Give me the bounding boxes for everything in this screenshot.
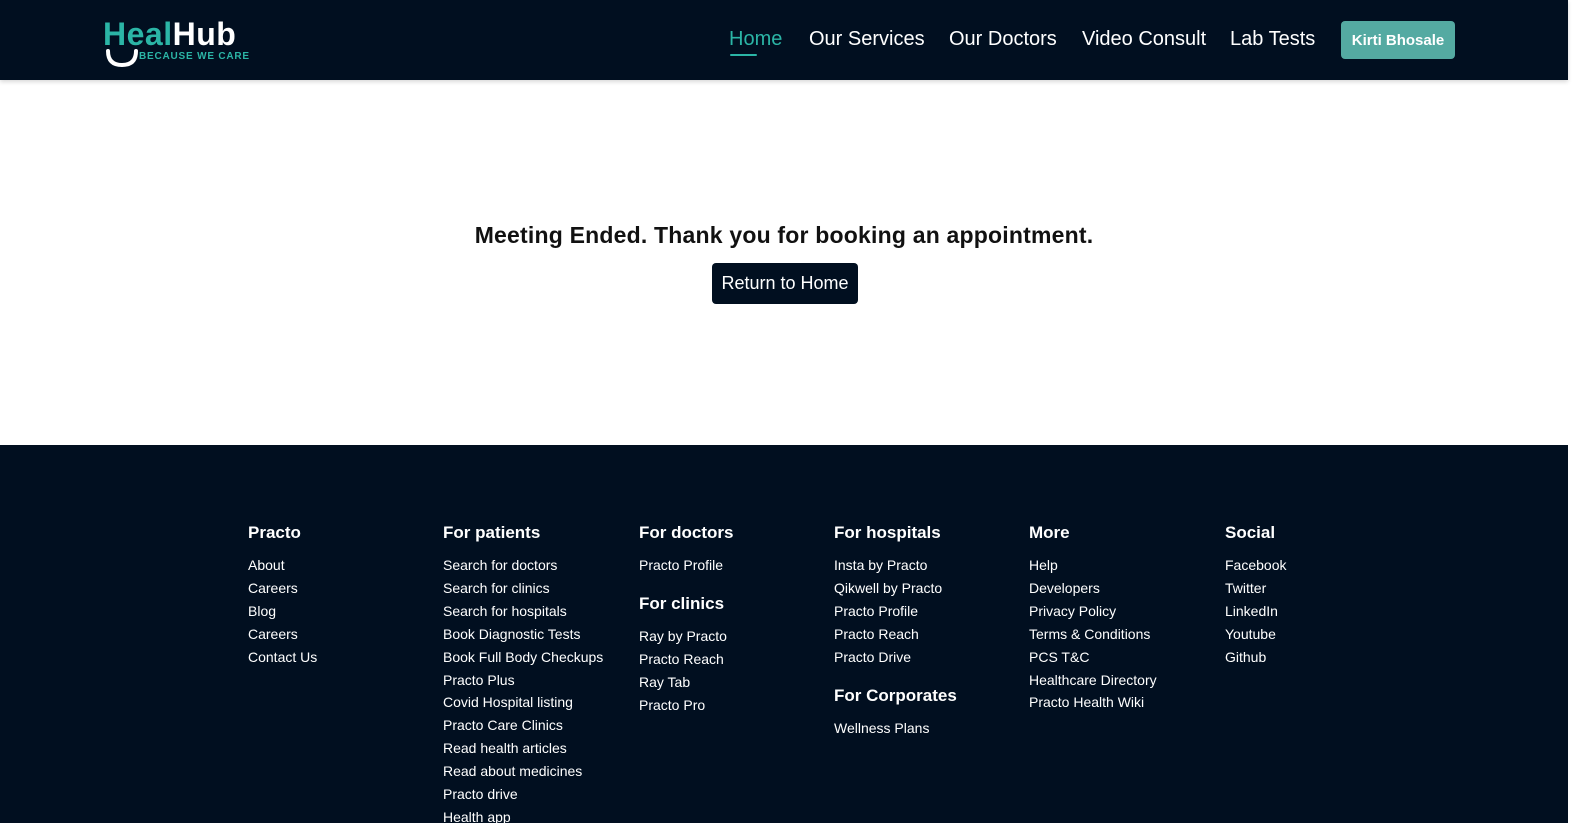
footer-col-doctors: For doctors Practo Profile For clinics R… [639,523,733,717]
logo-heal: Heal [103,16,173,52]
user-profile-button[interactable]: Kirti Bhosale [1341,21,1455,59]
footer-link-terms[interactable]: Terms & Conditions [1029,623,1157,646]
footer-link-practo-profile[interactable]: Practo Profile [639,554,733,577]
footer-heading-corporates: For Corporates [834,685,957,705]
footer-link-github[interactable]: Github [1225,646,1286,669]
footer-link-about[interactable]: About [248,554,317,577]
footer-link-contact-us[interactable]: Contact Us [248,646,317,669]
footer-link-health-articles[interactable]: Read health articles [443,737,603,760]
footer-link-practo-drive[interactable]: Practo drive [443,783,603,806]
healhub-logo[interactable]: HealHub BECAUSE WE CARE [103,15,253,70]
footer-link-privacy-policy[interactable]: Privacy Policy [1029,600,1157,623]
footer: Practo About Careers Blog Careers Contac… [0,445,1568,823]
footer-link-ray-tab[interactable]: Ray Tab [639,671,733,694]
logo-hub: Hub [172,16,237,52]
footer-link-search-doctors[interactable]: Search for doctors [443,554,603,577]
footer-link-twitter[interactable]: Twitter [1225,577,1286,600]
footer-col-practo: Practo About Careers Blog Careers Contac… [248,523,317,669]
footer-link-covid-hospital[interactable]: Covid Hospital listing [443,691,603,714]
footer-heading-hospitals: For hospitals [834,523,941,542]
nav-our-doctors[interactable]: Our Doctors [949,26,1057,52]
footer-link-facebook[interactable]: Facebook [1225,554,1286,577]
return-home-button[interactable]: Return to Home [712,263,858,304]
footer-link-linkedin[interactable]: LinkedIn [1225,600,1286,623]
footer-link-hospital-practo-drive[interactable]: Practo Drive [834,646,957,669]
footer-col-social: Social Facebook Twitter LinkedIn Youtube… [1225,523,1286,669]
footer-link-help[interactable]: Help [1029,554,1157,577]
footer-link-youtube[interactable]: Youtube [1225,623,1286,646]
footer-heading-clinics: For clinics [639,593,725,613]
footer-link-healthcare-directory[interactable]: Healthcare Directory [1029,669,1157,692]
footer-link-practo-pro[interactable]: Practo Pro [639,694,733,717]
nav-lab-tests[interactable]: Lab Tests [1230,26,1315,52]
footer-link-pcs-tc[interactable]: PCS T&C [1029,646,1157,669]
nav-home[interactable]: Home [729,26,782,56]
footer-link-search-hospitals[interactable]: Search for hospitals [443,600,603,623]
footer-link-qikwell[interactable]: Qikwell by Practo [834,577,957,600]
footer-heading-social: Social [1225,523,1276,542]
nav-our-services[interactable]: Our Services [809,26,925,52]
footer-link-practo-reach[interactable]: Practo Reach [639,648,733,671]
footer-link-careers-2[interactable]: Careers [248,623,317,646]
footer-col-patients: For patients Search for doctors Search f… [443,523,603,823]
footer-link-health-wiki[interactable]: Practo Health Wiki [1029,691,1157,714]
footer-heading-patients: For patients [443,523,541,542]
smile-icon [106,49,138,68]
footer-link-hospital-practo-profile[interactable]: Practo Profile [834,600,957,623]
footer-link-developers[interactable]: Developers [1029,577,1157,600]
nav-video-consult[interactable]: Video Consult [1082,26,1206,52]
footer-link-blog[interactable]: Blog [248,600,317,623]
navbar: HealHub BECAUSE WE CARE Home Our Service… [0,0,1568,80]
footer-col-hospitals: For hospitals Insta by Practo Qikwell by… [834,523,957,739]
footer-link-wellness-plans[interactable]: Wellness Plans [834,717,957,740]
footer-link-careers[interactable]: Careers [248,577,317,600]
footer-heading-doctors: For doctors [639,523,734,542]
footer-link-insta-by-practo[interactable]: Insta by Practo [834,554,957,577]
footer-link-ray-by-practo[interactable]: Ray by Practo [639,625,733,648]
footer-link-hospital-practo-reach[interactable]: Practo Reach [834,623,957,646]
footer-link-diagnostic-tests[interactable]: Book Diagnostic Tests [443,623,603,646]
footer-link-search-clinics[interactable]: Search for clinics [443,577,603,600]
meeting-ended-message: Meeting Ended. Thank you for booking an … [474,222,1094,248]
footer-heading-more: More [1029,523,1070,542]
footer-link-full-body-checkups[interactable]: Book Full Body Checkups [443,646,603,669]
footer-col-more: More Help Developers Privacy Policy Term… [1029,523,1157,714]
footer-link-practo-plus[interactable]: Practo Plus [443,669,603,692]
footer-link-medicines[interactable]: Read about medicines [443,760,603,783]
footer-heading-practo: Practo [248,523,301,542]
logo-tagline: BECAUSE WE CARE [139,51,250,62]
footer-link-health-app[interactable]: Health app [443,806,603,823]
footer-link-care-clinics[interactable]: Practo Care Clinics [443,714,603,737]
